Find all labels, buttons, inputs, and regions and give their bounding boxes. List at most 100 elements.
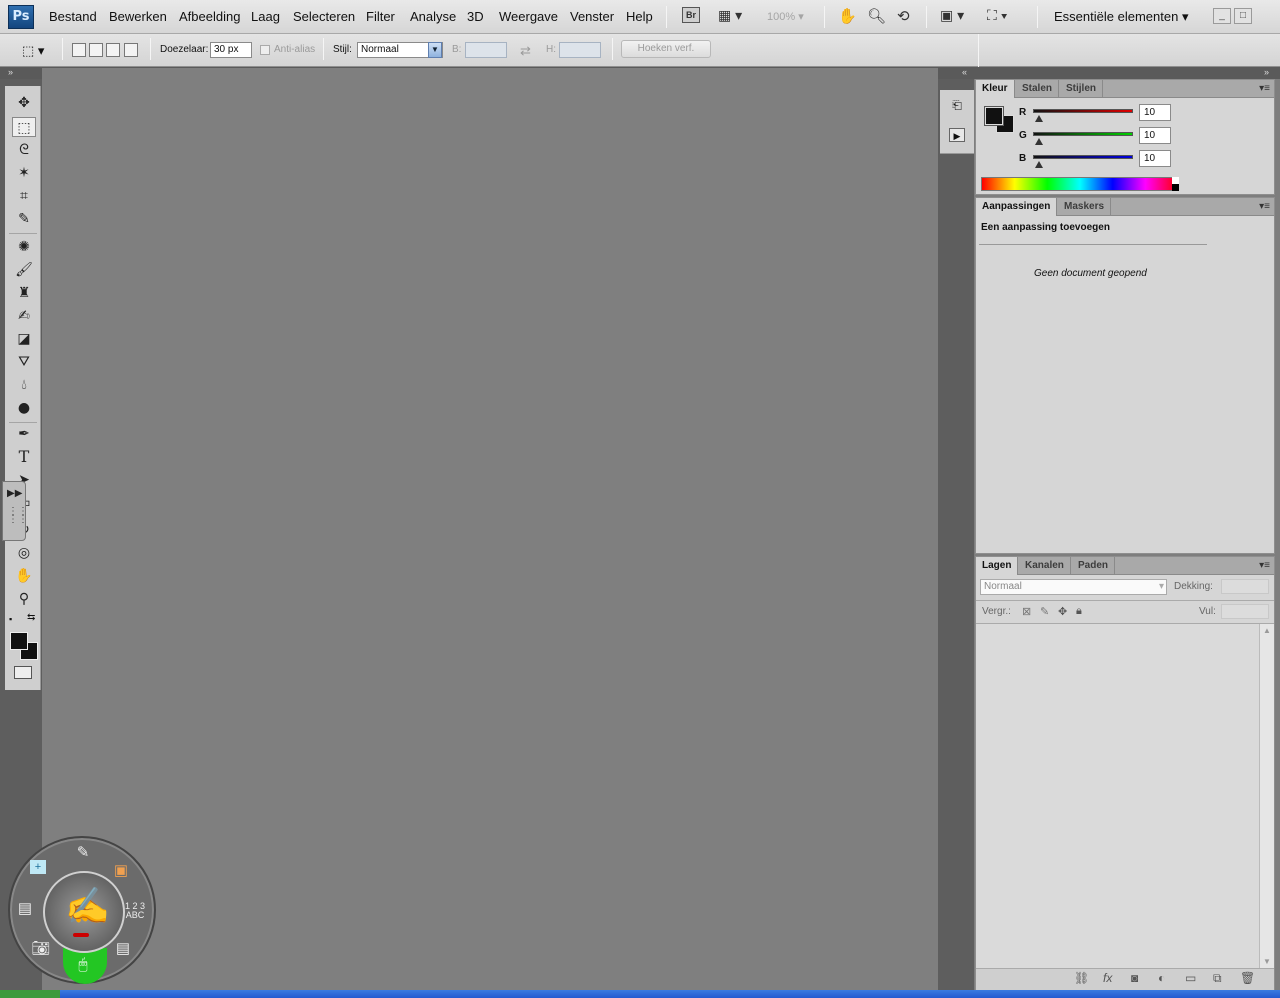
new-layer-icon[interactable]: ⧉ [1213,971,1222,986]
tab-paden[interactable]: Paden [1072,557,1116,575]
zoom-tool-icon[interactable]: ⚲ [12,589,36,609]
menu-filter[interactable]: Filter [366,9,395,24]
fill-input[interactable] [1221,604,1269,619]
scroll-up-icon[interactable]: ▲ [1263,626,1271,635]
spot-healing-tool-icon[interactable]: ✺ [12,237,36,257]
pen-paint-icon[interactable]: ✎ [72,844,94,862]
antialias-checkbox[interactable] [260,45,270,55]
eyedropper-tool-icon[interactable]: ✎ [12,209,36,229]
arrange-documents-button[interactable]: ▣ ▾ [940,7,964,27]
bridge-button[interactable]: Br [682,7,700,27]
panel-menu-icon[interactable]: ▾≡ [1259,83,1270,94]
tab-stalen[interactable]: Stalen [1016,80,1060,98]
menu-afbeelding[interactable]: Afbeelding [179,9,240,24]
os-taskbar[interactable] [0,990,1280,998]
paint-bucket-tool-icon[interactable]: ⛛ [12,352,36,372]
scroll-down-icon[interactable]: ▼ [1263,957,1271,966]
ps-logo[interactable]: Ps [8,5,34,29]
swap-colors-icon[interactable]: ⇆ [27,612,35,623]
height-input[interactable] [559,42,601,58]
brush-tool-icon[interactable]: 🖌︎ [12,260,36,280]
tool-preset-picker[interactable]: ⬚ ▾ [22,43,44,59]
swap-icon[interactable]: ⇄ [520,43,531,59]
eraser-tool-icon[interactable]: ◪ [12,329,36,349]
red-slider[interactable] [1033,109,1133,113]
menu-help[interactable]: Help [626,9,653,24]
dodge-tool-icon[interactable]: ● [12,398,36,418]
lock-transparency-icon[interactable]: ⊠ [1022,605,1031,618]
menu-analyse[interactable]: Analyse [410,9,456,24]
pen-add-icon[interactable]: + [30,860,46,874]
hand-tool-icon[interactable]: ✋ [12,566,36,586]
menu-laag[interactable]: Laag [251,9,280,24]
zoom-level-field[interactable]: 100% ▾ [767,10,804,30]
panel-menu-icon[interactable]: ▾≡ [1259,201,1270,212]
layers-scrollbar[interactable]: ▲ ▼ [1259,624,1274,968]
pen-presentation-icon[interactable]: ▣ [110,862,132,880]
red-slider-handle[interactable] [1035,115,1043,122]
history-panel-icon[interactable]: ⎗ [949,98,965,112]
spectrum-white-swatch[interactable] [1172,177,1179,184]
document-canvas-area[interactable] [42,68,938,990]
menu-selecteren[interactable]: Selecteren [293,9,355,24]
default-colors-icon[interactable]: ▪ [9,614,12,624]
intersect-selection-button[interactable] [124,43,138,57]
blend-mode-select[interactable]: Normaal ▾ [980,579,1167,595]
lock-pixels-icon[interactable]: ✎ [1040,605,1049,618]
lock-all-icon[interactable]: 🔒︎ [1076,605,1082,618]
blue-slider-handle[interactable] [1035,161,1043,168]
screen-mode-button[interactable]: ⛶ ▾ [987,7,1008,27]
color-panel-foreground-swatch[interactable] [984,106,1004,126]
menu-bewerken[interactable]: Bewerken [109,9,167,24]
foreground-color-swatch[interactable] [10,632,28,650]
menu-weergave[interactable]: Weergave [499,9,558,24]
tab-kanalen[interactable]: Kanalen [1019,557,1071,575]
red-value-input[interactable]: 10 [1139,104,1171,121]
minimize-button[interactable]: _ [1213,8,1231,24]
tab-lagen[interactable]: Lagen [976,557,1019,575]
blue-slider[interactable] [1033,155,1133,159]
color-spectrum-bar[interactable] [981,177,1179,191]
style-select[interactable]: Normaal ▼ [357,42,443,58]
3d-orbit-tool-icon[interactable]: ◎ [12,543,36,563]
trash-icon[interactable]: 🗑︎ [1240,971,1255,985]
green-slider[interactable] [1033,132,1133,136]
pen-menu-center[interactable]: ✍ [43,871,125,953]
fx-icon[interactable]: fx [1103,971,1112,985]
marquee-tool-icon[interactable]: ⬚ [12,117,36,137]
tab-aanpassingen[interactable]: Aanpassingen [976,198,1058,216]
rotate-view-button[interactable]: ⟲ [897,7,910,27]
hand-button[interactable]: ✋ [838,7,857,27]
blue-value-input[interactable]: 10 [1139,150,1171,167]
adjustment-icon[interactable]: ◐ [1158,971,1165,985]
width-input[interactable] [465,42,507,58]
subtract-selection-button[interactable] [106,43,120,57]
view-extras-button[interactable]: ▦ ▾ [718,7,742,27]
type-tool-icon[interactable]: T [12,447,36,467]
move-tool-icon[interactable]: ✥ [12,93,36,113]
tab-stijlen[interactable]: Stijlen [1060,80,1104,98]
layers-list[interactable] [976,624,1259,968]
refine-edge-button[interactable]: Hoeken verf. [621,40,711,58]
crop-tool-icon[interactable]: ⌗ [12,186,36,206]
lock-position-icon[interactable]: ✥ [1058,605,1067,618]
start-button[interactable] [0,990,60,998]
collapse-panels-icon[interactable]: » [1264,67,1269,77]
floating-panel-grip[interactable]: ▶▶ ⋮⋮ ⋮⋮ [2,481,28,541]
pen-mouse-icon[interactable]: 🖱︎ [72,956,94,974]
new-selection-button[interactable] [72,43,86,57]
green-value-input[interactable]: 10 [1139,127,1171,144]
actions-play-icon[interactable]: ▶ [949,128,965,142]
panel-menu-icon[interactable]: ▾≡ [1259,560,1270,571]
collapse-toolbar-icon[interactable]: » [8,67,13,77]
add-selection-button[interactable] [89,43,103,57]
magic-wand-tool-icon[interactable]: ✶ [12,163,36,183]
expand-dock-icon[interactable]: « [962,67,967,77]
history-brush-tool-icon[interactable]: ✍ [12,306,36,326]
tab-kleur[interactable]: Kleur [976,80,1015,98]
menu-bestand[interactable]: Bestand [49,9,97,24]
zoom-button[interactable]: 🔍︎ [867,7,886,27]
blur-tool-icon[interactable]: 💧︎ [12,375,36,395]
menu-venster[interactable]: Venster [570,9,614,24]
group-icon[interactable]: ▭ [1185,971,1196,985]
